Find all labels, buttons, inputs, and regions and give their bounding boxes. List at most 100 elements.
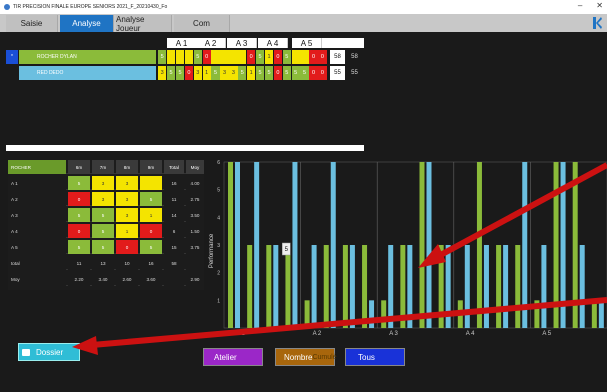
bar-series-2 — [579, 245, 585, 328]
bar-series-2 — [330, 162, 336, 328]
bar-series-1 — [515, 245, 521, 328]
score-cell: 5 — [300, 66, 309, 80]
bar-series-2 — [522, 162, 528, 328]
y-axis-label: Performance — [209, 233, 215, 268]
nombre-label: Nombre — [284, 352, 313, 362]
stats-cell: 0 — [68, 192, 90, 206]
score-grid: A 1A 2A 3A 4A 5 * ROCHER DYLAN 5 5 0 0 5 1 0 5 0 0 58… — [6, 36, 364, 86]
score-cell: 3 — [193, 66, 202, 80]
minimize-button[interactable]: – — [578, 1, 582, 10]
tous-button[interactable]: Tous — [345, 348, 405, 366]
row-selector-1[interactable]: * — [6, 50, 18, 64]
score-cell: 0 — [273, 50, 283, 64]
score-cell — [220, 50, 229, 64]
player-total-2: 55 — [330, 66, 345, 80]
tab-bar: Saisie Analyse Analyse Joueur Com — [0, 14, 607, 33]
bar-series-2 — [254, 162, 260, 328]
stats-cell: 5 — [140, 240, 162, 254]
bar-series-2 — [503, 245, 509, 328]
player-name-1: ROCHER DYLAN — [19, 50, 156, 64]
score-cell: 3 — [158, 66, 167, 80]
stats-cell: 3 — [116, 208, 138, 222]
stats-cell: 1.50 — [186, 224, 204, 238]
player-total-repeat-2: 55 — [347, 66, 362, 80]
bar-series-1 — [457, 300, 463, 328]
x-tick-label: A 5 — [542, 331, 551, 336]
bar-series-2 — [292, 162, 298, 328]
y-tick-label: 1 — [217, 298, 220, 304]
stats-cell: 5 — [92, 208, 114, 222]
stats-row: A 5 5 5 0 5 15 3.75 — [8, 240, 204, 254]
bar-series-1 — [323, 245, 329, 328]
stats-cell: 5 — [92, 224, 114, 238]
stats-row: Moy 2.20 3.40 2.60 3.60 2.90 — [8, 272, 204, 286]
y-tick-label: 5 — [217, 188, 220, 194]
stats-cell: 3 — [92, 192, 114, 206]
tab-analyse[interactable]: Analyse — [60, 15, 114, 32]
stats-cell: 15 — [164, 240, 184, 254]
stats-row: total 11 13 10 16 58 — [8, 256, 204, 270]
y-tick-label: 4 — [217, 215, 220, 221]
stats-header-cell: Moy — [186, 160, 204, 174]
score-cell: 5 — [282, 50, 291, 64]
app-icon — [4, 4, 10, 10]
stats-cell — [164, 272, 184, 286]
score-cell: 5 — [291, 66, 300, 80]
stats-row-label: A 2 — [8, 192, 66, 206]
score-cell — [211, 50, 220, 64]
stats-cell: 11 — [68, 256, 90, 270]
performance-chart: 123456PerformanceA 1A 2A 3A 4A 55 — [209, 160, 607, 336]
stats-row: A 1 5 3 3 16 4.00 — [8, 176, 204, 190]
grid-header-tail — [322, 38, 364, 48]
bar-series-1 — [572, 162, 578, 328]
grid-header-2: A 2 — [196, 38, 226, 48]
score-cell: 3 — [229, 66, 238, 80]
dossier-button[interactable]: Dossier — [18, 343, 80, 361]
horizontal-scrollbar[interactable] — [6, 145, 364, 151]
stats-cell: 58 — [164, 256, 184, 270]
player-total-repeat-1: 58 — [347, 50, 362, 64]
stats-cell: 10 — [116, 256, 138, 270]
score-cell — [229, 50, 238, 64]
bar-series-1 — [496, 245, 502, 328]
stats-row-label: A 4 — [8, 224, 66, 238]
score-cell — [184, 50, 194, 64]
tab-analyse-joueur[interactable]: Analyse Joueur — [116, 15, 172, 33]
y-tick-label: 6 — [217, 160, 220, 166]
dossier-label: Dossier — [36, 347, 64, 357]
stats-row-label: A 3 — [8, 208, 66, 222]
close-button[interactable]: ✕ — [596, 1, 603, 10]
nombre-button[interactable]: Nombre Cumulé — [275, 348, 337, 366]
tab-com[interactable]: Com — [174, 15, 230, 32]
row-selector-2[interactable] — [6, 66, 18, 80]
stats-cell: 14 — [164, 208, 184, 222]
stats-header-cell: Total — [164, 160, 184, 174]
bar-series-1 — [438, 245, 444, 328]
bar-series-2 — [388, 245, 394, 328]
stats-cell: 3.50 — [186, 208, 204, 222]
tab-saisie[interactable]: Saisie — [6, 15, 58, 32]
score-cell: 5 — [282, 66, 291, 80]
score-cell: 5 — [255, 50, 265, 64]
stats-row-label: total — [8, 256, 66, 270]
score-cell: 0 — [309, 66, 318, 80]
bar-series-1 — [342, 245, 348, 328]
player-name-2: RED DEDO — [19, 66, 156, 80]
stats-cell: 3 — [116, 192, 138, 206]
bar-series-2 — [311, 245, 317, 328]
folder-icon — [22, 348, 30, 356]
stats-header-cell: 8m — [116, 160, 138, 174]
score-cell — [291, 50, 300, 64]
score-cell: 0 — [247, 50, 256, 64]
score-cell: 3 — [220, 66, 229, 80]
atelier-button[interactable]: Atelier — [203, 348, 263, 366]
bar-series-1 — [247, 245, 253, 328]
stats-cell: 16 — [164, 176, 184, 190]
plot-area — [223, 161, 607, 329]
bar-series-2 — [369, 300, 375, 328]
stats-table: ROCHER 6m 7m 8m 9m Total Moy A 1 5 3 3 16 4.00 A 2033… — [8, 160, 204, 290]
y-tick-label: 2 — [217, 271, 220, 277]
tous-label: Tous — [358, 352, 375, 362]
window-title: TIR PRECISION FINALE EUROPE SENIORS 2021… — [13, 4, 168, 10]
x-tick-label: A 2 — [313, 331, 322, 336]
